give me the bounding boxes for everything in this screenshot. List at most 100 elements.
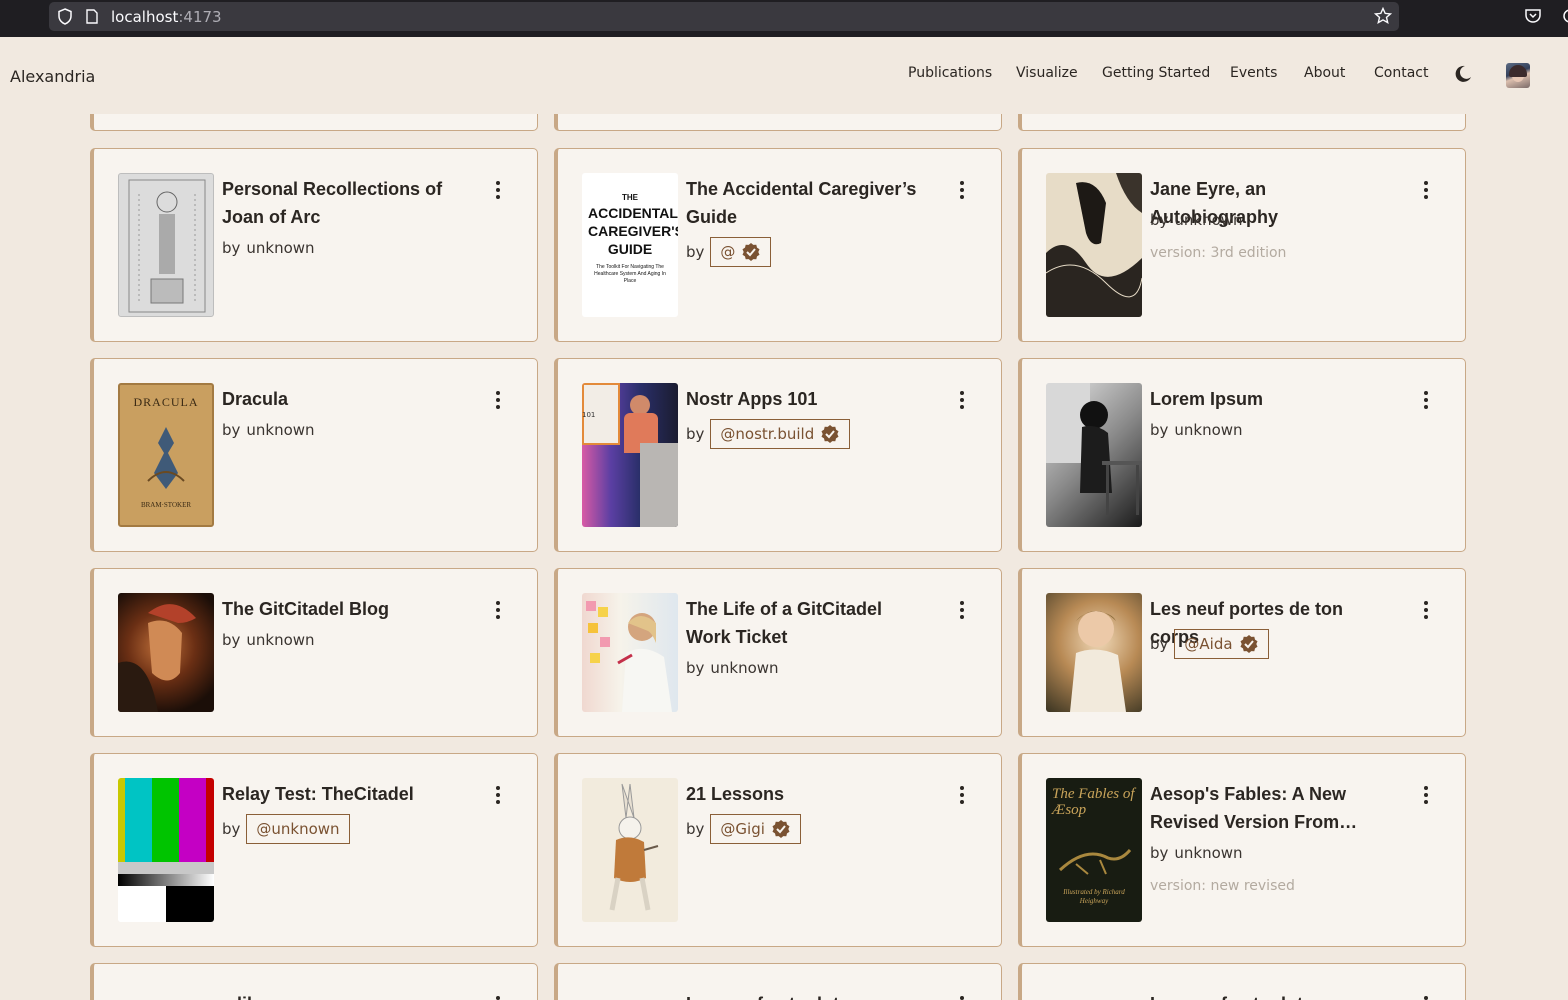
nav-publications[interactable]: Publications bbox=[908, 65, 992, 81]
more-options-icon[interactable] bbox=[959, 181, 965, 199]
more-options-icon[interactable] bbox=[495, 601, 501, 619]
more-options-icon[interactable] bbox=[1423, 786, 1429, 804]
publication-title[interactable]: The GitCitadel Blog bbox=[222, 595, 462, 623]
publication-card[interactable]: 101 Nostr Apps 101 by @nostr.build bbox=[554, 358, 1002, 552]
publication-title[interactable]: Lorem of autoplot... bbox=[686, 990, 926, 1000]
publication-title[interactable]: Relay Test: TheCitadel bbox=[222, 780, 462, 808]
extension-icon[interactable] bbox=[1560, 8, 1568, 24]
version-label: version: new revised bbox=[1150, 878, 1295, 894]
publication-card[interactable]: Lorem of autoplot... bbox=[1018, 963, 1466, 1000]
nav-events[interactable]: Events bbox=[1230, 65, 1277, 81]
publication-title[interactable]: Personal Recollections of Joan of Arc bbox=[222, 175, 462, 231]
more-options-icon[interactable] bbox=[495, 181, 501, 199]
cover-image[interactable]: The Fables of Æsop Illustrated by Richar… bbox=[1046, 778, 1142, 922]
more-options-icon[interactable] bbox=[495, 391, 501, 409]
nav-about[interactable]: About bbox=[1304, 65, 1345, 81]
publication-title[interactable]: Lorem Ipsum bbox=[1150, 385, 1390, 413]
cover-image[interactable] bbox=[118, 593, 214, 712]
publication-card[interactable]: Lorem Ipsum by unknown bbox=[1018, 358, 1466, 552]
address-bar[interactable]: localhost:4173 bbox=[49, 2, 1399, 31]
by-label: by bbox=[1150, 211, 1169, 229]
author-line: by @ bbox=[686, 237, 772, 267]
author-badge[interactable]: @ bbox=[710, 237, 772, 267]
author-line: by unknown bbox=[686, 659, 779, 677]
by-label: by bbox=[1150, 844, 1169, 862]
author-handle: @ bbox=[720, 243, 736, 261]
publication-card[interactable]: Personal Recollections of Joan of Arc by… bbox=[90, 148, 538, 342]
by-label: by bbox=[1150, 635, 1169, 653]
author-line: by @Gigi bbox=[686, 814, 801, 844]
publication-title[interactable]: The Accidental Caregiver’s Guide bbox=[686, 175, 926, 231]
nav-visualize[interactable]: Visualize bbox=[1016, 65, 1078, 81]
more-options-icon[interactable] bbox=[959, 786, 965, 804]
author-line: by @unknown bbox=[222, 814, 350, 844]
publication-card[interactable]: Relay Test: TheCitadel by @unknown bbox=[90, 753, 538, 947]
author-name: unknown bbox=[1174, 211, 1243, 229]
publication-card[interactable]: ...libre.. bbox=[90, 963, 538, 1000]
publication-card[interactable]: DRACULA BRAM·STOKER Dracula by unknown bbox=[90, 358, 538, 552]
author-badge[interactable]: @nostr.build bbox=[710, 419, 851, 449]
url-text[interactable]: localhost:4173 bbox=[111, 8, 222, 26]
cover-image[interactable]: 101 bbox=[582, 383, 678, 527]
by-label: by bbox=[222, 239, 241, 257]
pocket-icon[interactable] bbox=[1524, 8, 1542, 24]
brand-logo[interactable]: Alexandria bbox=[10, 67, 95, 86]
author-handle: @nostr.build bbox=[720, 425, 815, 443]
more-options-icon[interactable] bbox=[495, 996, 501, 1000]
shield-icon[interactable] bbox=[57, 8, 73, 25]
publication-title[interactable]: Dracula bbox=[222, 385, 462, 413]
publication-card[interactable]: Lorem of autoplot... bbox=[554, 963, 1002, 1000]
publication-card[interactable]: The Fables of Æsop Illustrated by Richar… bbox=[1018, 753, 1466, 947]
bookmark-star-icon[interactable] bbox=[1374, 7, 1392, 25]
verified-check-icon bbox=[772, 820, 790, 838]
cover-subtitle: The Toolkit For Navigating The Healthcar… bbox=[594, 264, 666, 284]
author-badge[interactable]: @Aida bbox=[1174, 629, 1269, 659]
author-line: by unknown bbox=[222, 421, 315, 439]
more-options-icon[interactable] bbox=[959, 996, 965, 1000]
user-avatar[interactable] bbox=[1506, 63, 1530, 88]
publication-title[interactable]: 21 Lessons bbox=[686, 780, 926, 808]
cover-image[interactable] bbox=[582, 593, 678, 712]
url-port: :4173 bbox=[178, 8, 222, 26]
publication-card[interactable]: THE ACCIDENTAL CAREGIVER'S GUIDE The Too… bbox=[554, 148, 1002, 342]
cover-image[interactable] bbox=[1046, 383, 1142, 527]
cover-image[interactable]: DRACULA BRAM·STOKER bbox=[118, 383, 214, 527]
cover-title: DRACULA bbox=[133, 395, 199, 409]
publication-title[interactable]: ...libre.. bbox=[222, 990, 462, 1000]
publication-card[interactable]: Les neuf portes de ton corps by @Aida bbox=[1018, 568, 1466, 737]
author-name: unknown bbox=[246, 421, 315, 439]
cover-image[interactable] bbox=[1046, 593, 1142, 712]
author-line: by unknown bbox=[1150, 211, 1243, 229]
author-name: unknown bbox=[1174, 421, 1243, 439]
nav-getting-started[interactable]: Getting Started bbox=[1102, 65, 1210, 81]
more-options-icon[interactable] bbox=[1423, 181, 1429, 199]
publication-card[interactable]: The Life of a GitCitadel Work Ticket by u… bbox=[554, 568, 1002, 737]
more-options-icon[interactable] bbox=[959, 391, 965, 409]
more-options-icon[interactable] bbox=[1423, 391, 1429, 409]
cover-label: 101 bbox=[582, 411, 596, 419]
nav-contact[interactable]: Contact bbox=[1374, 65, 1428, 81]
cover-image[interactable] bbox=[118, 173, 214, 317]
more-options-icon[interactable] bbox=[959, 601, 965, 619]
more-options-icon[interactable] bbox=[1423, 601, 1429, 619]
author-line: by unknown bbox=[1150, 844, 1243, 862]
more-options-icon[interactable] bbox=[495, 786, 501, 804]
cover-image[interactable]: THE ACCIDENTAL CAREGIVER'S GUIDE The Too… bbox=[582, 173, 678, 317]
cover-image[interactable] bbox=[582, 778, 678, 922]
publication-title[interactable]: Nostr Apps 101 bbox=[686, 385, 926, 413]
dark-mode-moon-icon[interactable] bbox=[1454, 65, 1472, 83]
by-label: by bbox=[686, 425, 705, 443]
cover-title-main: ACCIDENTAL CAREGIVER'S GUIDE bbox=[588, 205, 678, 257]
author-badge[interactable]: @unknown bbox=[246, 814, 350, 844]
publication-title[interactable]: Lorem of autoplot... bbox=[1150, 990, 1390, 1000]
publication-card[interactable]: 21 Lessons by @Gigi bbox=[554, 753, 1002, 947]
cover-image[interactable] bbox=[118, 778, 214, 922]
author-badge[interactable]: @Gigi bbox=[710, 814, 801, 844]
publication-title[interactable]: Aesop's Fables: A New Revised Version Fr… bbox=[1150, 780, 1390, 836]
publication-title[interactable]: The Life of a GitCitadel Work Ticket bbox=[686, 595, 926, 651]
cover-image[interactable] bbox=[1046, 173, 1142, 317]
more-options-icon[interactable] bbox=[1423, 996, 1429, 1000]
by-label: by bbox=[1150, 421, 1169, 439]
publication-card[interactable]: Jane Eyre, an Autobiography by unknown ve… bbox=[1018, 148, 1466, 342]
publication-card[interactable]: The GitCitadel Blog by unknown bbox=[90, 568, 538, 737]
